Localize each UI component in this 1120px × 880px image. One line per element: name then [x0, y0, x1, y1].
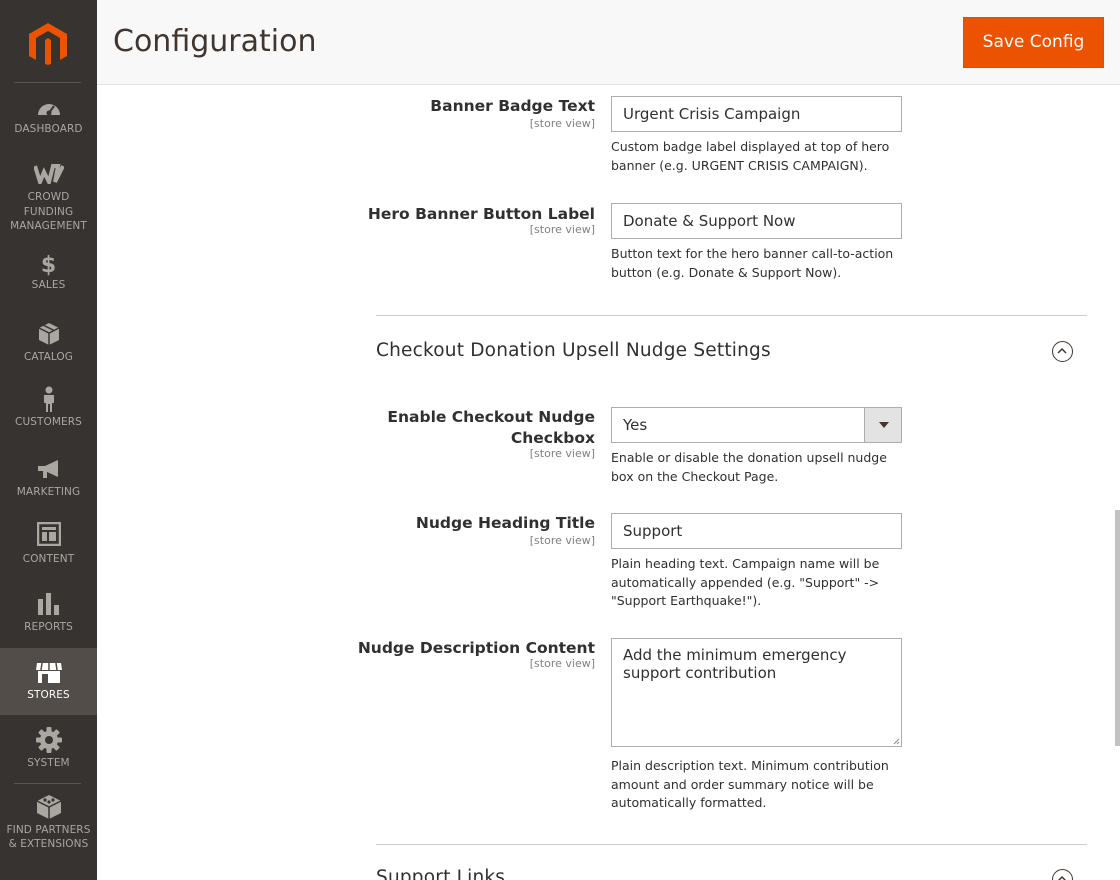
scope-label: [store view] [529, 447, 595, 460]
person-icon [43, 386, 54, 412]
magento-logo-icon[interactable] [27, 21, 69, 65]
enable-nudge-note: Enable or disable the donation upsell nu… [611, 450, 887, 484]
nudge-description-label: Nudge Description Content [357, 639, 595, 657]
sidebar-item-label: SYSTEM [27, 757, 70, 769]
layout-icon [36, 522, 61, 546]
sidebar-item-label-line-1: FIND PARTNERS [6, 824, 91, 836]
sidebar-item-crowd-funding[interactable]: CROWD FUNDING MANAGEMENT [0, 164, 97, 236]
store-icon [35, 662, 62, 683]
scope-label: [store view] [529, 223, 595, 236]
support-links-section-title[interactable]: Support Links [376, 865, 505, 880]
section-divider [376, 844, 1087, 845]
dashboard-icon [37, 104, 60, 116]
gear-icon [35, 727, 62, 753]
page-title: Configuration [113, 24, 317, 59]
sidebar-item-customers[interactable]: CUSTOMERS [0, 386, 97, 434]
scope-label: [store view] [529, 117, 595, 130]
enable-nudge-label: Enable Checkout Nudge Checkbox [387, 407, 595, 449]
megaphone-icon [37, 460, 58, 478]
sidebar-item-label-line-3: MANAGEMENT [10, 220, 87, 232]
enable-nudge-label-line-2: Checkbox [510, 429, 595, 447]
admin-sidebar: DASHBOARD CROWD FUNDING MANAGEMENT $ SAL… [0, 0, 97, 880]
bar-chart-icon [37, 593, 59, 615]
banner-badge-label: Banner Badge Text [430, 97, 595, 115]
sidebar-item-label: DASHBOARD [14, 123, 83, 135]
nudge-description-textarea[interactable]: Add the minimum emergency support contri… [611, 638, 902, 747]
blocks-icon [36, 795, 61, 819]
enable-nudge-select-value: Yes [623, 416, 648, 434]
banner-badge-note: Custom badge label displayed at top of h… [611, 139, 890, 173]
sidebar-item-label: MARKETING [16, 486, 81, 498]
sidebar-item-reports[interactable]: REPORTS [0, 593, 97, 635]
sidebar-item-stores[interactable]: STORES [0, 648, 97, 715]
sidebar-item-label-line-2: & EXTENSIONS [8, 838, 89, 850]
box-icon [38, 323, 59, 345]
resize-handle-icon[interactable] [893, 738, 900, 745]
sidebar-item-dashboard[interactable]: DASHBOARD [0, 98, 97, 146]
sidebar-item-label-line-1: CROWD [27, 191, 70, 203]
chevron-down-icon[interactable] [864, 408, 901, 442]
nudge-heading-input[interactable]: Support [611, 513, 902, 549]
hero-button-input[interactable]: Donate & Support Now [611, 203, 902, 239]
sidebar-item-label: STORES [27, 689, 70, 701]
collapse-chevron-up-icon[interactable] [1052, 869, 1073, 880]
sidebar-item-marketing[interactable]: MARKETING [0, 459, 97, 501]
sidebar-divider [14, 783, 81, 784]
scrollbar-thumb[interactable] [1115, 510, 1120, 746]
scope-label: [store view] [529, 657, 595, 670]
sidebar-item-sales[interactable]: $ SALES [0, 254, 97, 298]
hero-button-label: Hero Banner Button Label [367, 205, 595, 223]
sidebar-item-label: CATALOG [23, 351, 74, 363]
collapse-chevron-up-icon[interactable] [1052, 341, 1073, 362]
sidebar-item-label: SALES [31, 279, 66, 291]
crowdfunding-icon [33, 164, 64, 184]
enable-nudge-label-line-1: Enable Checkout Nudge [387, 408, 595, 426]
banner-badge-input[interactable]: Urgent Crisis Campaign [611, 96, 902, 132]
sidebar-divider [14, 82, 81, 83]
enable-nudge-select[interactable]: Yes [611, 407, 902, 443]
nudge-heading-note: Plain heading text. Campaign name will b… [611, 556, 880, 608]
save-config-button[interactable]: Save Config [963, 17, 1104, 68]
nudge-description-value: Add the minimum emergency support contri… [623, 646, 847, 682]
sidebar-item-content[interactable]: CONTENT [0, 522, 97, 566]
sidebar-item-catalog[interactable]: CATALOG [0, 322, 97, 366]
sidebar-item-label: CUSTOMERS [15, 416, 82, 428]
checkout-nudge-section-title[interactable]: Checkout Donation Upsell Nudge Settings [376, 338, 771, 364]
nudge-heading-label: Nudge Heading Title [415, 514, 595, 532]
sidebar-item-label: REPORTS [24, 621, 73, 633]
sidebar-item-system[interactable]: SYSTEM [0, 727, 97, 771]
scope-label: [store view] [529, 534, 595, 547]
sidebar-item-label-line-2: FUNDING [23, 206, 74, 218]
sidebar-item-label: CONTENT [22, 553, 75, 565]
page-header: Configuration Save Config [97, 0, 1120, 85]
nudge-description-note: Plain description text. Minimum contribu… [611, 758, 889, 810]
hero-button-note: Button text for the hero banner call-to-… [611, 246, 894, 280]
dollar-icon: $ [40, 253, 57, 278]
section-divider [376, 315, 1087, 316]
sidebar-item-find-partners[interactable]: FIND PARTNERS & EXTENSIONS [0, 795, 97, 855]
